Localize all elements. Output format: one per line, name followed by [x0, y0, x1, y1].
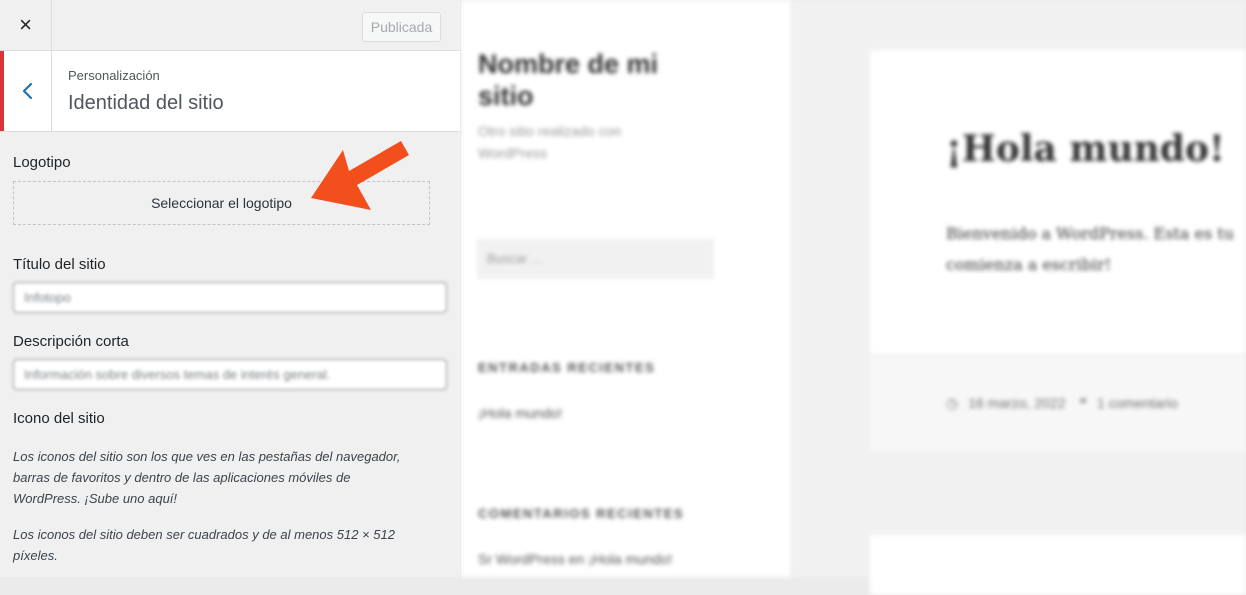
- logo-label: Logotipo: [13, 154, 71, 171]
- preview-post-meta: ◷ 16 marzo, 2022 ❝ 1 comentario: [946, 395, 1188, 412]
- preview-post-date[interactable]: 16 marzo, 2022: [968, 395, 1065, 411]
- preview-recent-comments-title: COMENTARIOS RECIENTES: [478, 506, 685, 521]
- pointer-arrow-icon: [311, 141, 409, 210]
- close-icon[interactable]: ×: [0, 0, 52, 50]
- customizer-header: × Publicada: [0, 0, 460, 51]
- preview-recent-post-link[interactable]: ¡Hola mundo!: [478, 405, 562, 421]
- preview-search-input[interactable]: Buscar …: [477, 239, 714, 279]
- site-icon-size-help-text: Los iconos del sitio deben ser cuadrados…: [13, 527, 395, 563]
- publish-button[interactable]: Publicada: [362, 12, 441, 42]
- preview-site-name: Nombre de mi sitio: [478, 49, 659, 111]
- tagline-input[interactable]: [13, 359, 447, 390]
- comment-icon: ❝: [1079, 395, 1087, 411]
- breadcrumb: Personalización: [68, 68, 160, 83]
- section-title: Identidad del sitio: [68, 92, 224, 114]
- preview-site-description: Otro sitio realizado con WordPress: [478, 123, 622, 161]
- customizer-panel: × Publicada Personalización Identidad de…: [0, 0, 461, 577]
- preview-recent-posts-title: ENTRADAS RECIENTES: [478, 360, 656, 375]
- chevron-left-icon: [22, 82, 32, 100]
- site-icon-label: Icono del sitio: [13, 410, 105, 427]
- site-icon-help-text: Los iconos del sitio son los que ves en …: [13, 449, 401, 506]
- preview-post-body: Bienvenido a WordPress. Esta es tu comie…: [946, 218, 1246, 280]
- preview-post-card: [870, 50, 1246, 354]
- site-title-label: Título del sitio: [13, 256, 106, 273]
- section-header: Personalización Identidad del sitio: [0, 51, 460, 132]
- preview-post-body-line: Bienvenido a WordPress. Esta es tu: [946, 224, 1234, 243]
- preview-recent-comment-link[interactable]: Sr WordPress en ¡Hola mundo!: [478, 551, 672, 567]
- preview-post-body-line: comienza a escribir!: [946, 255, 1112, 274]
- calendar-icon: ◷: [946, 395, 959, 411]
- site-title-input[interactable]: [13, 282, 447, 313]
- preview-post-comments[interactable]: 1 comentario: [1097, 395, 1178, 411]
- tagline-label: Descripción corta: [13, 333, 129, 350]
- site-preview: Nombre de mi sitio Otro sitio realizado …: [461, 0, 1246, 595]
- preview-next-post-card: [870, 535, 1246, 595]
- back-button[interactable]: [4, 51, 52, 131]
- preview-post-title[interactable]: ¡Hola mundo!: [946, 128, 1225, 170]
